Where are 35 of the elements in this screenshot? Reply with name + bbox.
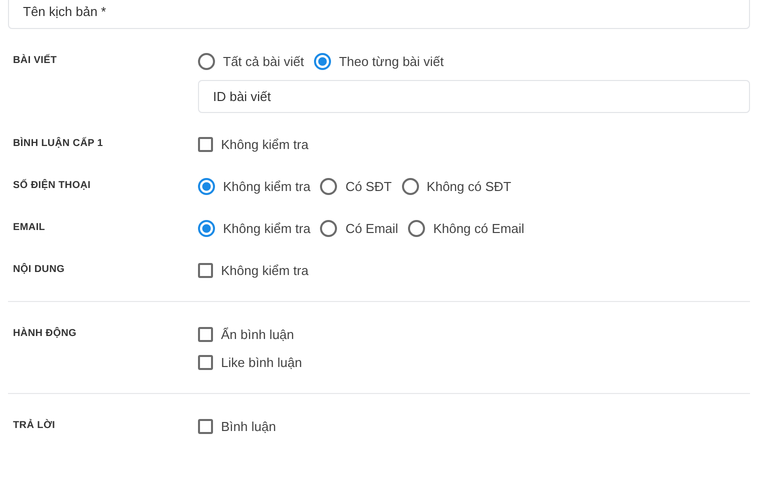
- radio-button[interactable]: [402, 178, 419, 194]
- radio-button[interactable]: [198, 52, 215, 70]
- checkbox-option[interactable]: Like bình luận: [198, 351, 750, 373]
- checkbox-option[interactable]: Bình luận: [198, 415, 750, 437]
- radio-button[interactable]: [198, 220, 215, 236]
- checkbox[interactable]: [198, 262, 213, 278]
- checkbox[interactable]: [198, 136, 213, 152]
- row-label: SỐ ĐIỆN THOẠI: [12, 178, 92, 193]
- radio-option[interactable]: Tất cả bài viết: [198, 50, 304, 72]
- row-label: TRẢ LỜI: [12, 418, 56, 433]
- radio-option[interactable]: Không có SĐT: [402, 175, 512, 197]
- radio-button[interactable]: [320, 178, 338, 194]
- radio-option[interactable]: Có SĐT: [320, 175, 392, 197]
- row-label: EMAIL: [12, 221, 46, 235]
- radio-option[interactable]: Không kiểm tra: [198, 217, 310, 239]
- radio-option[interactable]: Có Email: [320, 217, 398, 239]
- row-label: NỘI DUNG: [12, 262, 66, 277]
- radio-option[interactable]: Không có Email: [408, 217, 524, 239]
- checkbox[interactable]: [198, 354, 213, 370]
- checkbox[interactable]: [198, 326, 213, 342]
- radio-button[interactable]: [320, 220, 338, 236]
- input-field[interactable]: Tên kịch bản *: [8, 0, 750, 29]
- checkbox[interactable]: [198, 418, 213, 434]
- checkbox-option[interactable]: Không kiểm tra: [198, 259, 750, 281]
- input-field[interactable]: ID bài viết: [198, 80, 750, 113]
- row-label: BÀI VIẾT: [12, 53, 58, 68]
- radio-button[interactable]: [314, 52, 331, 70]
- radio-option[interactable]: Không kiểm tra: [198, 175, 310, 197]
- row-label: HÀNH ĐỘNG: [12, 326, 78, 341]
- row-label: BÌNH LUẬN CẤP 1: [12, 136, 104, 151]
- checkbox-option[interactable]: Không kiểm tra: [198, 133, 750, 155]
- radio-button[interactable]: [408, 220, 426, 236]
- radio-button[interactable]: [198, 178, 215, 194]
- checkbox-option[interactable]: Ẩn bình luận: [198, 323, 750, 345]
- radio-option[interactable]: Theo từng bài viết: [314, 50, 444, 72]
